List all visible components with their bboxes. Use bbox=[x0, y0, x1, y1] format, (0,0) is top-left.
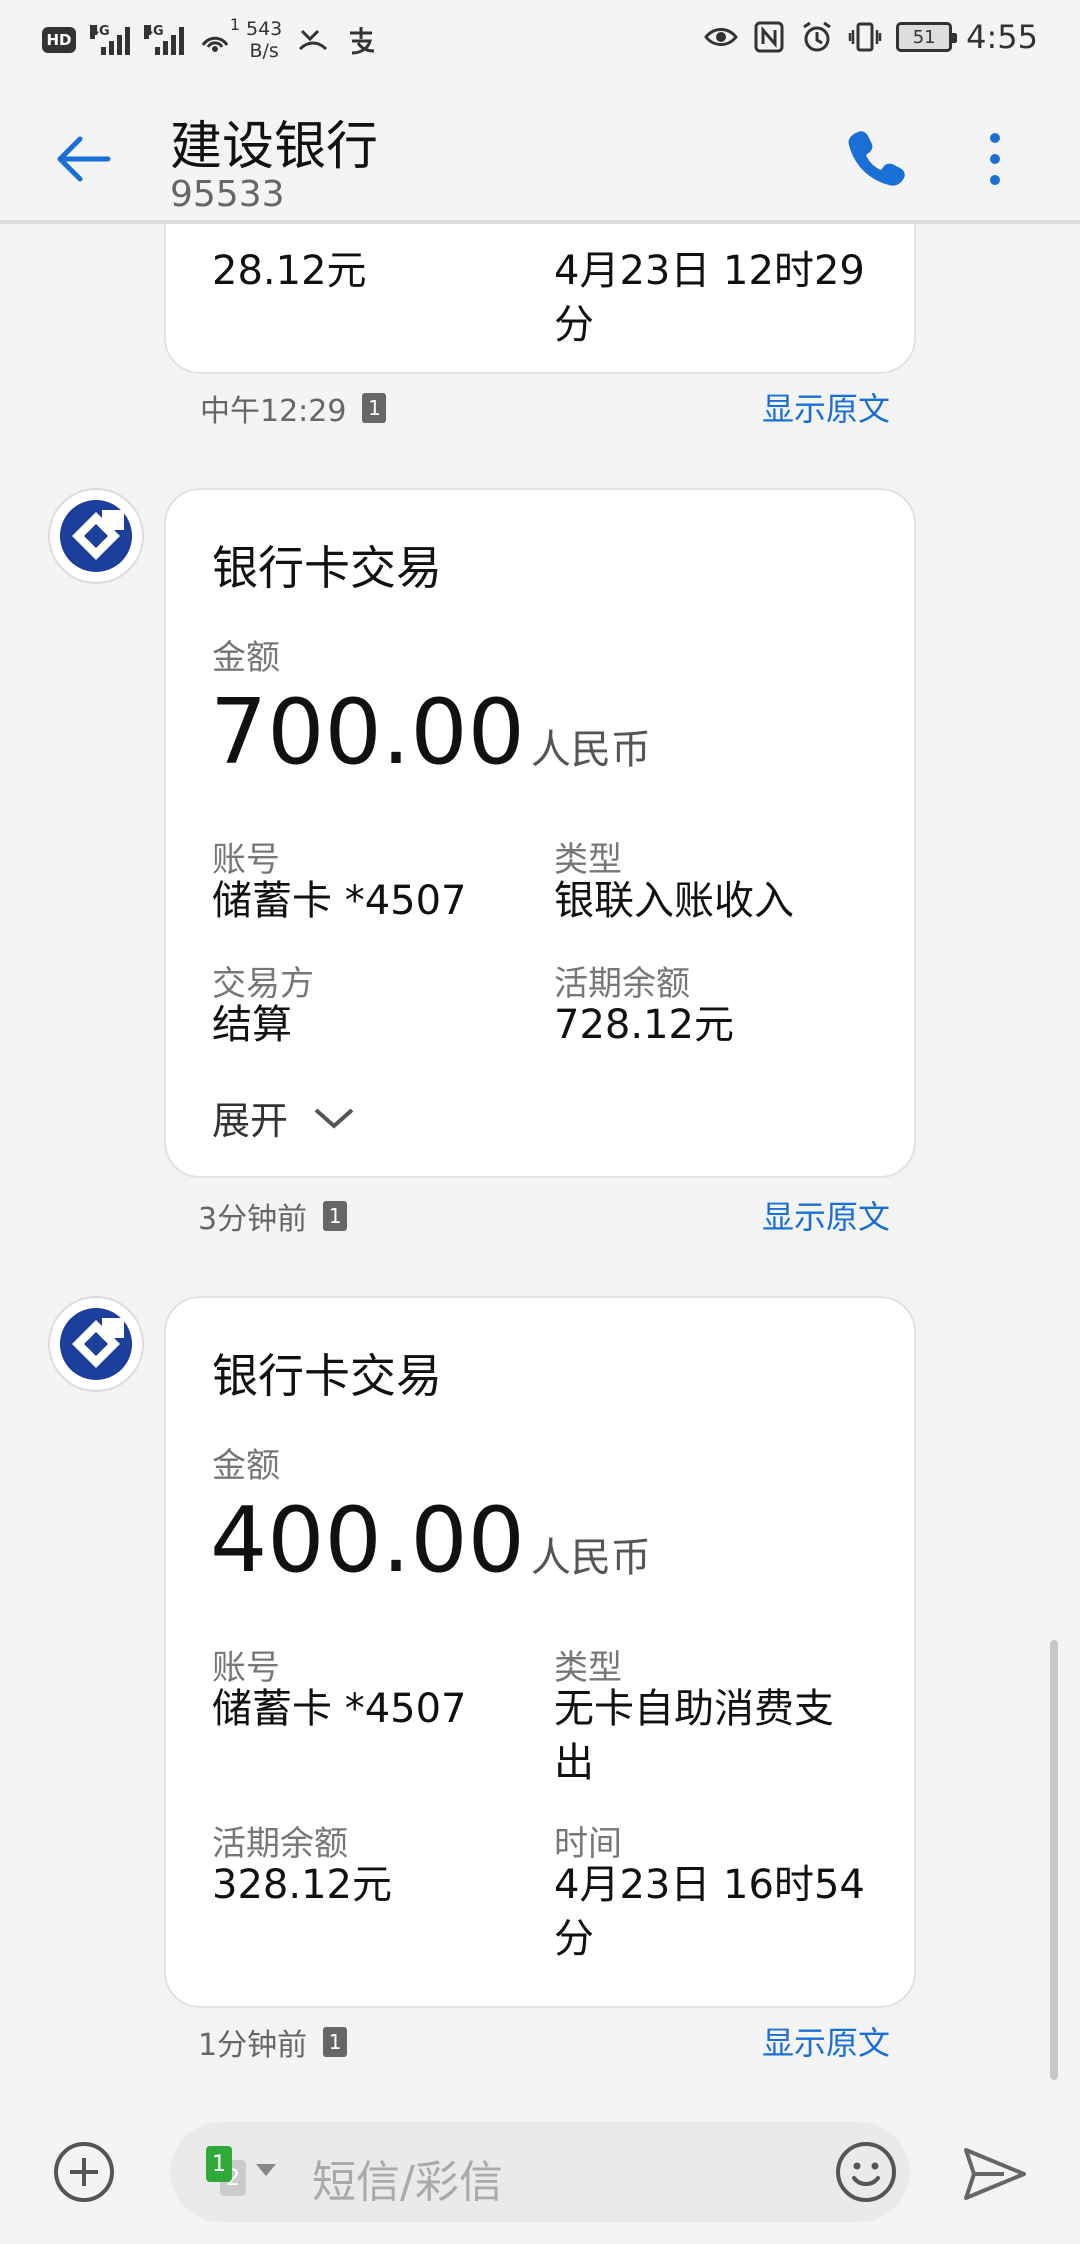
partial-left-value: 28.12元 bbox=[212, 248, 367, 294]
network-speed: 543 B/s bbox=[246, 18, 282, 62]
signal-strength-icon-2: 4G bbox=[144, 25, 184, 55]
field-value-time-line1: 4月23日 16时54 bbox=[554, 1862, 865, 1908]
show-original-link[interactable]: 显示原文 bbox=[762, 1192, 890, 1238]
sim-card-icon: 1 bbox=[323, 2027, 348, 2057]
field-value-account: 储蓄卡 *4507 bbox=[212, 1686, 467, 1732]
missed-call-icon bbox=[299, 29, 328, 51]
contact-number: 95533 bbox=[170, 174, 285, 215]
message-input[interactable]: 1 2 短信/彩信 bbox=[170, 2122, 910, 2222]
message-meta: 3分钟前 1 bbox=[198, 1194, 348, 1238]
network-speed-unit: B/s bbox=[249, 40, 279, 62]
network-type-label-2: 4G bbox=[144, 24, 164, 39]
wifi-badge: 1 bbox=[229, 15, 240, 34]
message-time: 3分钟前 bbox=[198, 1202, 308, 1237]
amount-value: 400.00 人民币 bbox=[210, 1488, 651, 1593]
card-title: 银行卡交易 bbox=[212, 1349, 442, 1403]
sim-card-icon: 1 bbox=[323, 1201, 348, 1231]
add-attachment-icon[interactable] bbox=[52, 2140, 116, 2204]
more-options-icon[interactable] bbox=[970, 124, 1020, 194]
message-meta: 中午12:29 1 bbox=[200, 386, 387, 430]
message-time: 中午12:29 bbox=[200, 394, 347, 429]
conversation-header: 建设银行 95533 bbox=[0, 84, 1080, 224]
hd-icon: HD bbox=[42, 27, 76, 53]
expand-button[interactable]: 展开 bbox=[212, 1090, 356, 1145]
eye-comfort-icon bbox=[704, 28, 739, 46]
field-value-balance: 328.12元 bbox=[212, 1862, 392, 1908]
field-value-type-line2: 出 bbox=[554, 1740, 594, 1786]
message-meta: 1分钟前 1 bbox=[198, 2020, 348, 2064]
status-bar: HD 4G 4G 1 543 B/s 51 4:55 bbox=[0, 0, 1080, 84]
emoji-icon[interactable] bbox=[834, 2140, 898, 2204]
amount-unit: 人民币 bbox=[530, 1535, 651, 1581]
transaction-card[interactable]: 银行卡交易 金额 400.00 人民币 账号 储蓄卡 *4507 类型 无卡自助消… bbox=[164, 1296, 916, 2008]
amount-number: 400.00 bbox=[210, 1488, 525, 1593]
sim1-icon: 1 bbox=[206, 2146, 232, 2182]
field-value-type-line1: 无卡自助消费支 bbox=[554, 1686, 834, 1732]
bank-avatar[interactable] bbox=[48, 488, 144, 584]
chevron-down-icon bbox=[314, 1108, 354, 1129]
message-composer: 1 2 短信/彩信 bbox=[0, 2100, 1080, 2244]
message-card-partial[interactable]: 28.12元 4月23日 12时29 分 bbox=[164, 224, 916, 374]
expand-label: 展开 bbox=[212, 1099, 289, 1143]
network-type-label: 4G bbox=[90, 24, 110, 39]
partial-right-value-line1: 4月23日 12时29 bbox=[554, 248, 865, 294]
network-speed-value: 543 bbox=[246, 18, 283, 40]
field-value-time-line2: 分 bbox=[554, 1916, 594, 1962]
signal-strength-icon: 4G bbox=[90, 25, 130, 55]
sim-card-icon: 1 bbox=[362, 393, 387, 423]
amount-number: 700.00 bbox=[210, 680, 525, 785]
show-original-link[interactable]: 显示原文 bbox=[762, 384, 890, 430]
show-original-link[interactable]: 显示原文 bbox=[762, 2018, 890, 2064]
status-time: 4:55 bbox=[966, 18, 1038, 56]
message-list[interactable]: 28.12元 4月23日 12时29 分 中午12:29 1 显示原文 银行卡交… bbox=[0, 224, 1080, 2064]
sim-selector[interactable]: 1 2 bbox=[206, 2146, 276, 2202]
amount-value: 700.00 人民币 bbox=[210, 680, 651, 785]
card-title: 银行卡交易 bbox=[212, 541, 442, 595]
alipay-icon bbox=[350, 27, 375, 55]
input-placeholder: 短信/彩信 bbox=[312, 2157, 503, 2208]
message-time: 1分钟前 bbox=[198, 2028, 308, 2063]
field-value-balance: 728.12元 bbox=[554, 1002, 734, 1048]
caret-down-icon bbox=[256, 2164, 276, 2176]
nfc-icon bbox=[754, 21, 784, 53]
amount-label: 金额 bbox=[212, 1446, 280, 1486]
amount-label: 金额 bbox=[212, 638, 280, 678]
scrollbar[interactable] bbox=[1050, 1640, 1058, 2080]
phone-call-icon[interactable] bbox=[840, 124, 910, 194]
wifi-hotspot-icon: 1 bbox=[198, 15, 240, 59]
field-value-account: 储蓄卡 *4507 bbox=[212, 878, 467, 924]
partial-right-value-line2: 分 bbox=[554, 302, 594, 348]
field-value-counterparty: 结算 bbox=[212, 1002, 292, 1048]
send-icon[interactable] bbox=[960, 2144, 1030, 2204]
ccb-logo-icon bbox=[60, 1308, 132, 1380]
battery-icon: 51 bbox=[896, 22, 958, 52]
vibrate-icon bbox=[848, 22, 882, 52]
field-value-type: 银联入账收入 bbox=[554, 878, 794, 924]
ccb-logo-icon bbox=[60, 500, 132, 572]
transaction-card[interactable]: 银行卡交易 金额 700.00 人民币 账号 储蓄卡 *4507 类型 银联入账收… bbox=[164, 488, 916, 1178]
bank-avatar[interactable] bbox=[48, 1296, 144, 1392]
back-arrow-icon[interactable] bbox=[50, 124, 120, 194]
alarm-icon bbox=[803, 21, 831, 52]
amount-unit: 人民币 bbox=[530, 727, 651, 773]
contact-name: 建设银行 bbox=[170, 117, 379, 177]
